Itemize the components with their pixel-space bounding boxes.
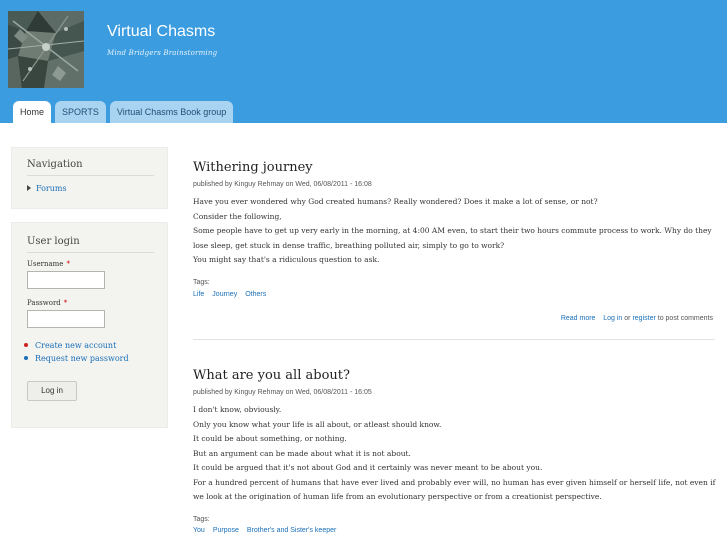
post-body: I don't know, obviously. Only you know w…: [193, 403, 718, 505]
primary-tabs: Home SPORTS Virtual Chasms Book group: [13, 101, 234, 123]
password-label: Password *: [27, 299, 67, 307]
tag-link[interactable]: You: [193, 527, 205, 534]
bullet-icon: [24, 343, 28, 347]
username-label: Username *: [27, 260, 70, 268]
post-submitted: published by Kinguy Rehmay on Wed, 06/08…: [193, 389, 372, 396]
post-line: I don't know, obviously.: [193, 405, 282, 414]
user-login-title: User login: [27, 236, 80, 247]
password-field[interactable]: [27, 310, 105, 328]
tag-link[interactable]: Others: [245, 291, 266, 298]
log-in-link[interactable]: Log in: [603, 315, 622, 322]
post-title[interactable]: Withering journey: [193, 160, 313, 175]
post-line: It could be argued that it's not about G…: [193, 463, 543, 472]
read-more-link[interactable]: Read more: [561, 315, 596, 322]
post-line: Consider the following,: [193, 211, 282, 221]
username-field[interactable]: [27, 271, 105, 289]
post-links: Read more Log in or register to post com…: [561, 315, 713, 322]
tag-list: Life Journey Others: [193, 291, 266, 298]
required-mark: *: [63, 299, 68, 307]
post-comments-text: to post comments: [657, 315, 713, 322]
tag-link[interactable]: Journey: [212, 291, 237, 298]
create-account-label: Create new account: [35, 341, 117, 350]
log-in-button[interactable]: Log in: [27, 381, 77, 401]
bullet-icon: [24, 356, 28, 360]
site-header: Virtual Chasms Mind Bridgers Brainstormi…: [0, 0, 727, 123]
post-submitted: published by Kinguy Rehmay on Wed, 06/08…: [193, 181, 372, 188]
tab-book-group[interactable]: Virtual Chasms Book group: [109, 101, 234, 123]
username-label-text: Username: [27, 260, 64, 268]
navigation-block: Navigation Forums: [11, 147, 168, 209]
site-name[interactable]: Virtual Chasms: [107, 23, 215, 41]
required-mark: *: [66, 260, 70, 268]
navigation-divider: [27, 175, 154, 176]
post-body: Have you ever wondered why God created h…: [193, 195, 718, 268]
tag-list: You Purpose Brother's and Sister's keepe…: [193, 527, 336, 534]
sidebar-item-label: Forums: [36, 184, 67, 193]
post-line: Some people have to get up very early in…: [193, 226, 712, 250]
tag-link[interactable]: Purpose: [213, 527, 239, 534]
tags-label: Tags:: [193, 516, 210, 523]
post-line: For a hundred percent of humans that hav…: [193, 477, 716, 502]
user-login-block: User login Username * Password * Create ne…: [11, 222, 168, 428]
request-password-label: Request new password: [35, 354, 129, 363]
site-logo[interactable]: [8, 11, 84, 88]
user-login-divider: [27, 252, 154, 253]
post-line: Only you know what your life is all abou…: [193, 419, 442, 429]
post-line: But an argument can be made about what i…: [193, 448, 411, 458]
post-line: It could be about something, or nothing.: [193, 434, 347, 443]
tab-home[interactable]: Home: [13, 101, 52, 123]
post-title[interactable]: What are you all about?: [193, 368, 350, 383]
or-text: or: [624, 315, 631, 322]
register-link[interactable]: register: [632, 315, 655, 322]
post-line: Have you ever wondered why God created h…: [193, 197, 598, 206]
request-password-link[interactable]: Request new password: [24, 354, 129, 363]
post-divider: [193, 339, 715, 340]
navigation-title: Navigation: [27, 159, 83, 170]
tags-label: Tags:: [193, 279, 210, 286]
tag-link[interactable]: Life: [193, 291, 204, 298]
post-line: You might say that's a ridiculous questi…: [193, 255, 380, 264]
tab-sports[interactable]: SPORTS: [55, 101, 106, 123]
expand-triangle-icon: [27, 185, 31, 191]
logo-image: [8, 11, 84, 88]
tag-link[interactable]: Brother's and Sister's keeper: [247, 527, 336, 534]
sidebar-item-forums[interactable]: Forums: [27, 184, 67, 193]
site-slogan: Mind Bridgers Brainstorming: [107, 49, 218, 57]
password-label-text: Password: [27, 299, 61, 307]
create-account-link[interactable]: Create new account: [24, 341, 116, 350]
